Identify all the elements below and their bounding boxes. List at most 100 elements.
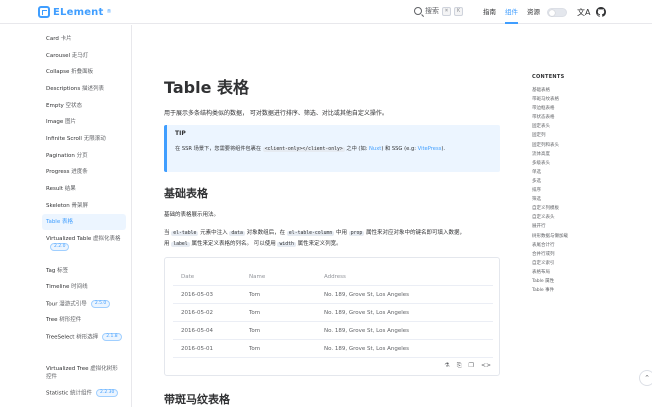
toc-item[interactable]: 筛选 [532, 195, 568, 204]
sidebar-item[interactable]: Timeline 时间线 [42, 283, 126, 291]
toc-item[interactable]: 自定义列模板 [532, 204, 568, 213]
cell-date: 2016-05-04 [181, 327, 213, 334]
desc-text: 属性来定义列宽。 [295, 241, 342, 247]
translate-icon[interactable]: 文A [577, 7, 590, 18]
demo-actions: ⚗ ⎘ ❐ <> [444, 362, 491, 370]
sidebar-item[interactable]: Table 表格 [42, 214, 126, 230]
nav-component[interactable]: 组件 [505, 0, 518, 24]
cell-date: 2016-05-03 [181, 291, 213, 298]
toc-item[interactable]: 排序 [532, 186, 568, 195]
sidebar-item[interactable]: Collapse 折叠面板 [42, 68, 126, 76]
sidebar-item[interactable]: Virtualized Table 虚拟化表格 2.2.0 [42, 235, 126, 252]
sidebar-item[interactable]: Carousel 走马灯 [42, 52, 126, 60]
sidebar-item-label: Result [46, 186, 63, 192]
playground-icon[interactable]: ⚗ [444, 362, 449, 370]
section-title-basic[interactable]: 基础表格 [164, 185, 208, 201]
cell-date: 2016-05-02 [181, 309, 213, 316]
back-to-top-button[interactable]: ⌃ [639, 370, 652, 386]
chevron-up-icon: ⌃ [644, 374, 650, 382]
toc-item[interactable]: 自定义索引 [532, 259, 568, 268]
sidebar-item-label: Collapse [46, 69, 70, 75]
toc-item[interactable]: 自定义表头 [532, 213, 568, 222]
version-badge: 2.1.8 [102, 333, 122, 341]
toc-item[interactable]: 固定列 [532, 131, 568, 140]
sidebar-item[interactable]: Tour 漫游式引导 2.5.0 [42, 300, 126, 309]
cell-address: No. 189, Grove St, Los Angeles [324, 291, 410, 298]
header-name: Name [249, 273, 266, 280]
cell-name: Tom [249, 291, 261, 298]
toc-item[interactable]: 表格布局 [532, 268, 568, 277]
toc-item[interactable]: 单选 [532, 168, 568, 177]
sidebar-item[interactable]: Virtualized Tree 虚拟化树形控件 [42, 365, 126, 381]
toc-item[interactable]: Table 事件 [532, 286, 568, 295]
sidebar-item-sublabel: 描述列表 [81, 86, 104, 92]
toc-item[interactable]: 固定表头 [532, 122, 568, 131]
table-row: 2016-05-03 Tom No. 189, Grove St, Los Ange… [173, 286, 493, 304]
sidebar-item[interactable]: Descriptions 描述列表 [42, 85, 126, 93]
sidebar: Card 卡片 Carousel 走马灯 Collapse 折叠面板 Descript… [0, 25, 132, 407]
toc-item[interactable]: 展开行 [532, 222, 568, 231]
toc-item[interactable]: 带边框表格 [532, 104, 568, 113]
github-edit-icon[interactable]: ⎘ [457, 362, 462, 370]
sidebar-item[interactable]: Pagination 分页 [42, 152, 126, 160]
sidebar-item[interactable]: Result 结果 [42, 185, 126, 193]
demo-block: Date Name Address 2016-05-03 Tom No. 189, … [164, 257, 500, 376]
sidebar-item-label: Tag [46, 268, 56, 274]
toc-item[interactable]: 表尾合计行 [532, 241, 568, 250]
section-title-striped[interactable]: 带斑马纹表格 [164, 391, 230, 407]
toggle-knob [549, 10, 555, 16]
sidebar-item[interactable]: Empty 空状态 [42, 102, 126, 110]
cell-address: No. 189, Grove St, Los Angeles [324, 309, 410, 316]
element-logo[interactable]: ELement ® [38, 5, 112, 19]
search-button[interactable]: 搜索 ⌘ K [414, 6, 463, 16]
sidebar-item-sublabel: 虚拟化表格 [92, 236, 121, 242]
desc-code: label [171, 242, 190, 247]
sidebar-item[interactable]: Skeleton 骨架屏 [42, 202, 126, 210]
sidebar-item[interactable]: Card 卡片 [42, 35, 126, 43]
toc-item[interactable]: 多级表头 [532, 159, 568, 168]
sidebar-item[interactable]: TreeSelect 树形选择 2.1.8 [42, 333, 126, 342]
ssr-tip-box: TIP 在 SSR 场景下，您需要将组件包裹在 <client-only></c… [164, 125, 500, 172]
sidebar-item-sublabel: 无限滚动 [83, 136, 106, 142]
sidebar-item[interactable]: Statistic 统计组件 2.2.30 [42, 389, 126, 398]
version-badge: 2.2.0 [50, 243, 70, 251]
sidebar-item-label: Card [46, 36, 59, 42]
tip-text-before: 在 SSR 场景下，您需要将组件包裹在 [175, 146, 263, 152]
tip-text-mid2: ) 和 SSG (e.g: [381, 146, 418, 152]
view-source-icon[interactable]: <> [481, 362, 491, 370]
toc-item[interactable]: 流体高度 [532, 150, 568, 159]
cell-name: Tom [249, 327, 261, 334]
toc-item[interactable]: 多选 [532, 177, 568, 186]
toc-item[interactable]: 固定列和表头 [532, 141, 568, 150]
sidebar-item[interactable]: Infinite Scroll 无限滚动 [42, 135, 126, 143]
nuxt-link[interactable]: Nuxt [369, 146, 381, 152]
sidebar-item[interactable]: Tag 标签 [42, 267, 126, 275]
tip-text-mid: 之中 (如: [344, 146, 370, 152]
toc-item[interactable]: 基础表格 [532, 86, 568, 95]
toc-item[interactable]: 带斑马纹表格 [532, 95, 568, 104]
nav-guide[interactable]: 指南 [483, 0, 496, 24]
logo-registered-mark: ® [106, 9, 112, 15]
basic-subtitle: 基础的表格展示用法。 [164, 212, 220, 218]
toc-item[interactable]: 树形数据与懒加载 [532, 232, 568, 241]
sidebar-item-sublabel: 图片 [64, 119, 76, 125]
toc-item[interactable]: Table 属性 [532, 277, 568, 286]
cell-address: No. 189, Grove St, Los Angeles [324, 345, 410, 352]
sidebar-item-sublabel: 统计组件 [70, 390, 93, 397]
desc-code: data [229, 231, 245, 236]
dark-mode-toggle[interactable] [547, 8, 567, 17]
search-label: 搜索 [425, 7, 439, 15]
github-icon[interactable] [596, 7, 606, 17]
sidebar-item[interactable]: Progress 进度条 [42, 168, 126, 176]
sidebar-item-label: Statistic [46, 390, 69, 397]
nav-resource[interactable]: 资源 [527, 0, 540, 24]
top-nav: 指南 组件 资源 [483, 0, 540, 24]
copy-icon[interactable]: ❐ [469, 362, 474, 370]
toc-item[interactable]: 合并行或列 [532, 250, 568, 259]
vitepress-link[interactable]: VitePress [418, 146, 442, 152]
sidebar-item[interactable]: Image 图片 [42, 118, 126, 126]
sidebar-item[interactable]: Tree 树形控件 [42, 316, 126, 324]
toc-item[interactable]: 带状态表格 [532, 113, 568, 122]
sidebar-item-label: Progress [46, 169, 70, 175]
data-table: Date Name Address 2016-05-03 Tom No. 189, … [173, 268, 493, 358]
